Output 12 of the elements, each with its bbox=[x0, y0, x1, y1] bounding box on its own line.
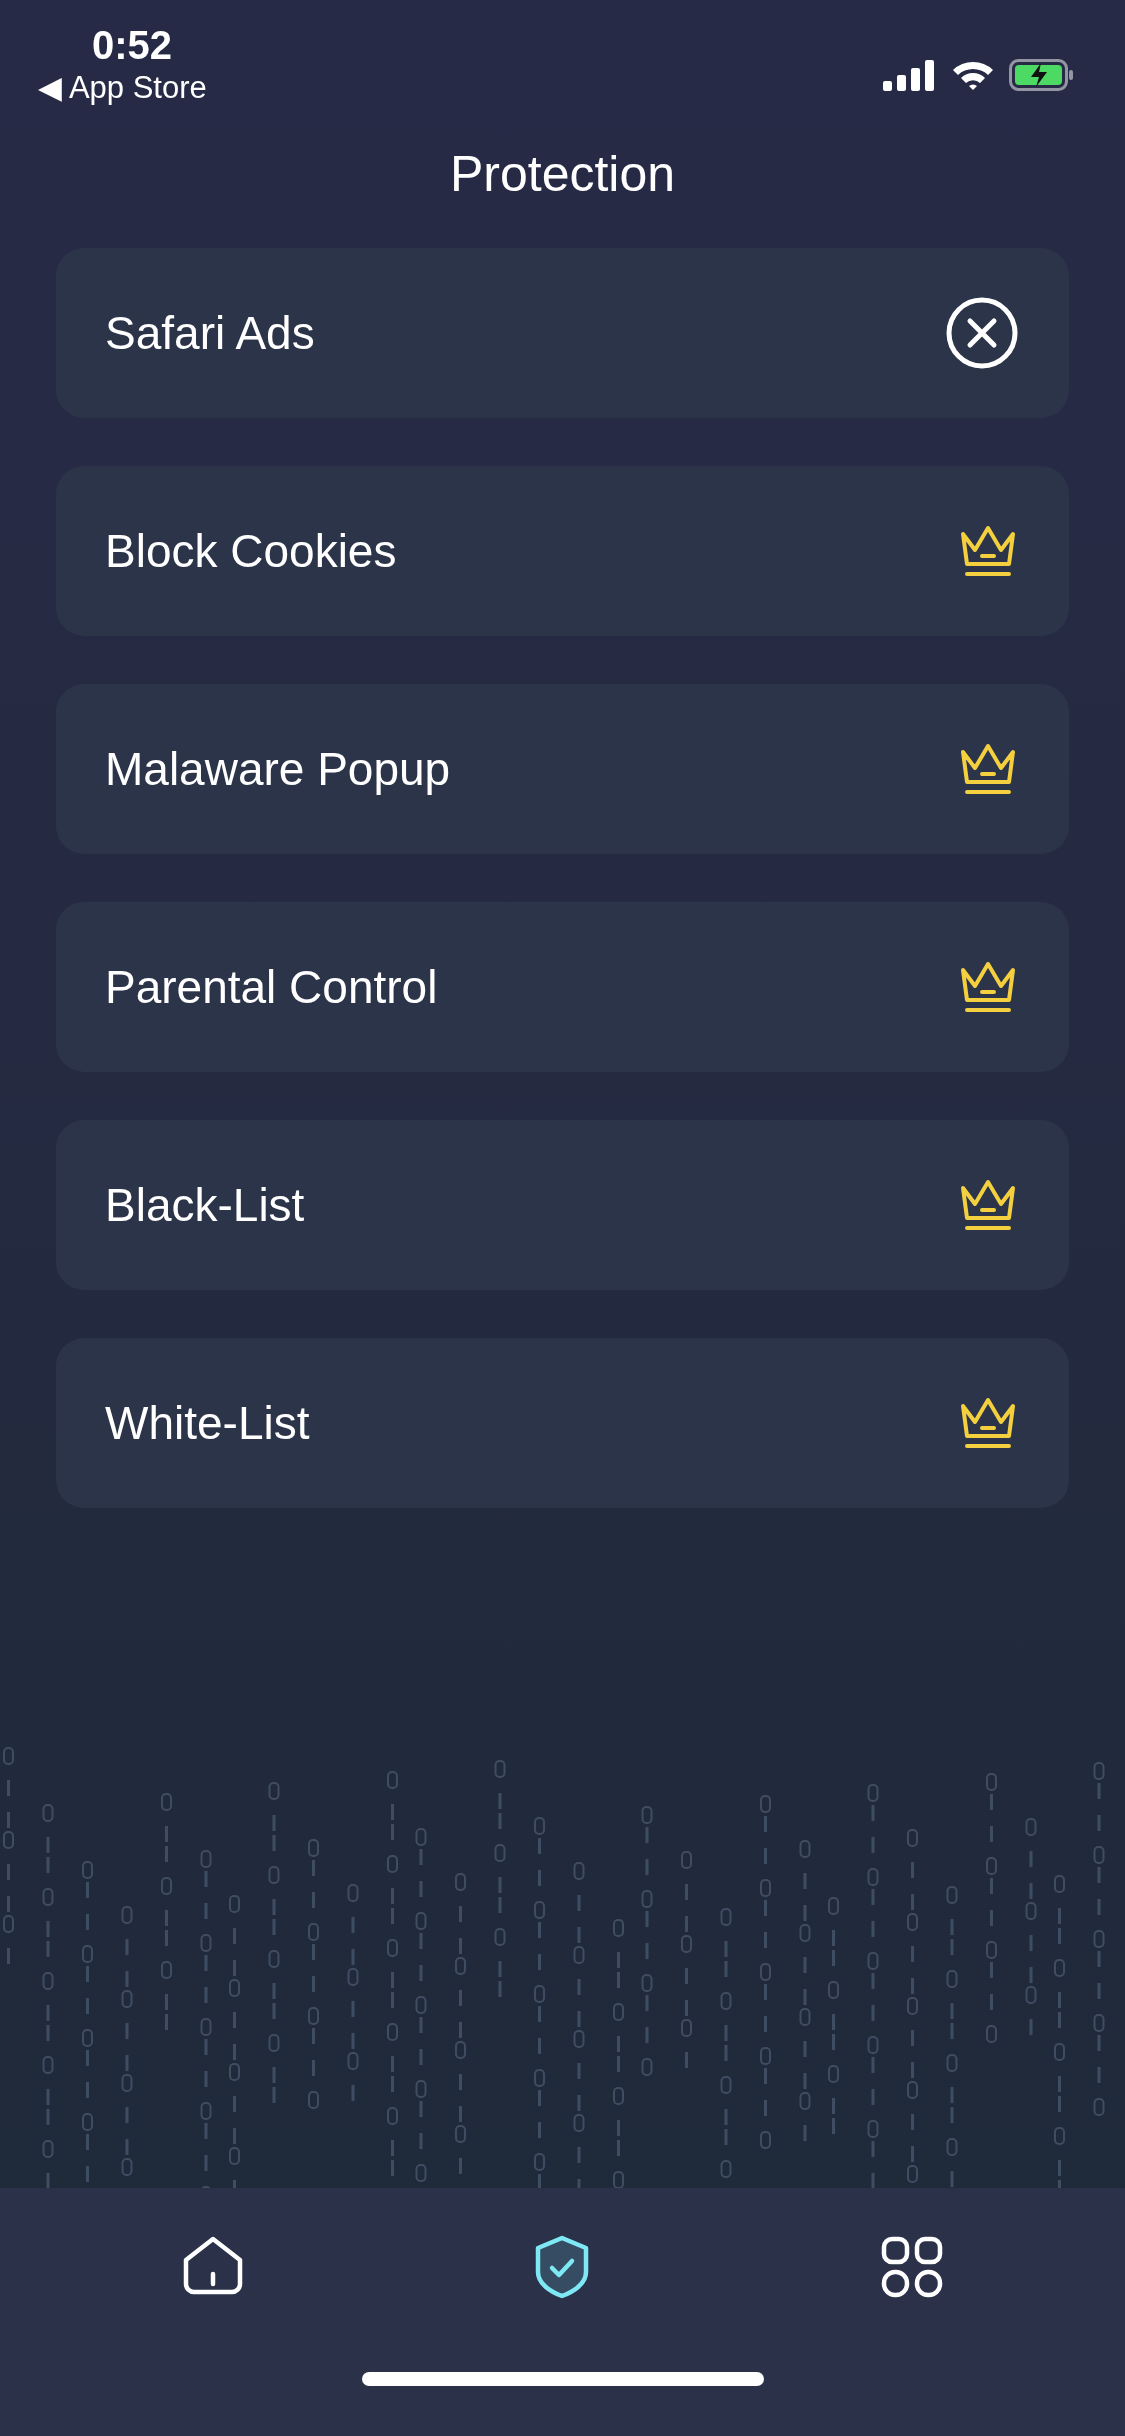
signal-icon bbox=[883, 59, 937, 91]
feature-row[interactable]: Block Cookies bbox=[56, 466, 1069, 636]
close-icon[interactable] bbox=[945, 296, 1019, 370]
feature-row[interactable]: Safari Ads bbox=[56, 248, 1069, 418]
status-time: 0:52 bbox=[92, 22, 173, 68]
feature-row[interactable]: White-List bbox=[56, 1338, 1069, 1508]
feature-row[interactable]: Malaware Popup bbox=[56, 684, 1069, 854]
back-link[interactable]: ◀ App Store bbox=[38, 68, 207, 108]
feature-row[interactable]: Black-List bbox=[56, 1120, 1069, 1290]
wifi-icon bbox=[951, 59, 995, 91]
feature-row[interactable]: Parental Control bbox=[56, 902, 1069, 1072]
page-title: Protection bbox=[448, 145, 677, 204]
